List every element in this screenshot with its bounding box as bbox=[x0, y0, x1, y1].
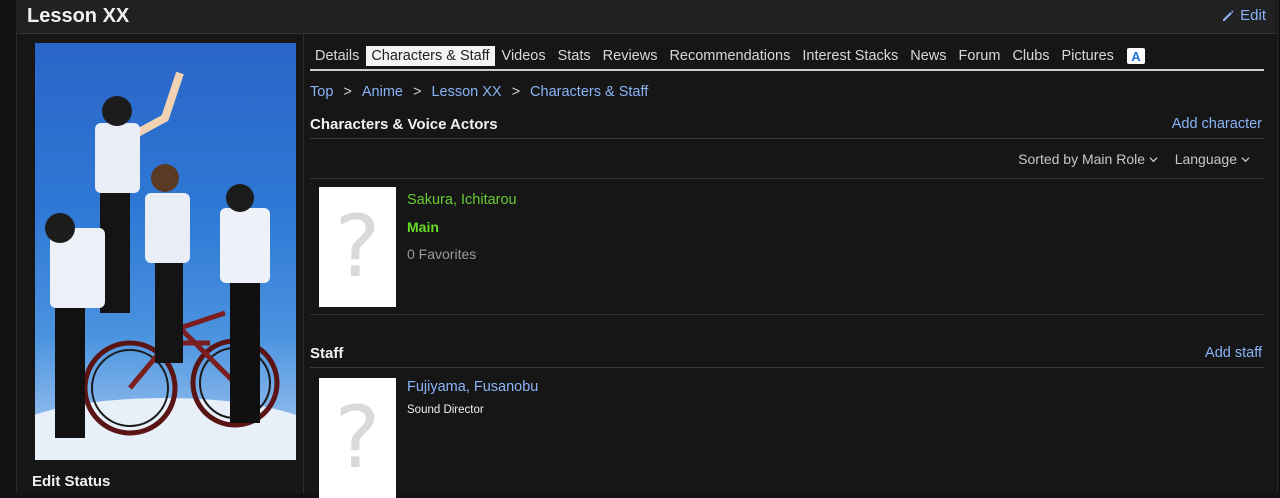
breadcrumb: Top > Anime > Lesson XX > Characters & S… bbox=[310, 84, 648, 100]
breadcrumb-current[interactable]: Characters & Staff bbox=[530, 84, 648, 100]
add-staff-link[interactable]: Add staff bbox=[1205, 345, 1262, 361]
language-dropdown[interactable]: Language bbox=[1175, 151, 1250, 167]
sort-dropdown[interactable]: Sorted by Main Role bbox=[1018, 151, 1158, 167]
tab-pictures[interactable]: Pictures bbox=[1057, 46, 1119, 66]
tab-interest-stacks[interactable]: Interest Stacks bbox=[797, 46, 903, 66]
character-role: Main bbox=[407, 219, 439, 235]
tab-recommendations[interactable]: Recommendations bbox=[664, 46, 795, 66]
staff-image-placeholder[interactable]: ? bbox=[319, 378, 396, 498]
breadcrumb-anime[interactable]: Anime bbox=[362, 84, 403, 100]
language-label: Language bbox=[1174, 151, 1237, 167]
character-favorites: 0 Favorites bbox=[407, 246, 477, 262]
placeholder-question-icon: ? bbox=[334, 197, 381, 297]
chevron-down-icon bbox=[1149, 156, 1158, 162]
breadcrumb-top[interactable]: Top bbox=[310, 84, 333, 100]
page-title: Lesson XX bbox=[27, 5, 130, 27]
edit-link[interactable]: Edit bbox=[1221, 7, 1266, 24]
breadcrumb-separator-icon: > bbox=[511, 84, 521, 100]
edit-label: Edit bbox=[1240, 7, 1266, 24]
sort-label: Sorted by Main Role bbox=[1018, 151, 1145, 167]
placeholder-question-icon: ? bbox=[334, 388, 381, 488]
staff-section-header: Staff Add staff bbox=[310, 345, 1264, 368]
cover-image[interactable] bbox=[35, 43, 296, 460]
tab-news[interactable]: News bbox=[905, 46, 951, 66]
tab-details[interactable]: Details bbox=[310, 46, 364, 66]
characters-section-header: Characters & Voice Actors Add character bbox=[310, 116, 1264, 139]
tab-bar: Details Characters & Staff Videos Stats … bbox=[310, 43, 1264, 71]
sort-bar: Sorted by Main Role Language bbox=[310, 142, 1264, 179]
edit-status-heading: Edit Status bbox=[32, 473, 111, 490]
chevron-down-icon bbox=[1241, 156, 1250, 162]
breadcrumb-separator-icon: > bbox=[343, 84, 352, 100]
characters-section-title: Characters & Voice Actors bbox=[310, 116, 498, 133]
staff-role: Sound Director bbox=[407, 404, 484, 416]
breadcrumb-separator-icon: > bbox=[412, 84, 422, 100]
tab-extra-icon[interactable]: A bbox=[1126, 48, 1145, 64]
tab-stats[interactable]: Stats bbox=[553, 46, 596, 66]
title-bar bbox=[16, 0, 1276, 34]
add-character-link[interactable]: Add character bbox=[1172, 116, 1262, 132]
tab-videos[interactable]: Videos bbox=[497, 46, 551, 66]
tab-forum[interactable]: Forum bbox=[954, 46, 1006, 66]
cover-illustration bbox=[35, 71, 296, 460]
staff-section-title: Staff bbox=[310, 345, 344, 362]
tab-reviews[interactable]: Reviews bbox=[598, 46, 663, 66]
pencil-icon bbox=[1223, 9, 1234, 21]
breadcrumb-title[interactable]: Lesson XX bbox=[431, 84, 501, 100]
character-name-link[interactable]: Sakura, Ichitarou bbox=[407, 192, 517, 208]
tab-characters-staff[interactable]: Characters & Staff bbox=[366, 46, 495, 66]
character-image-placeholder[interactable]: ? bbox=[319, 187, 396, 307]
row-divider bbox=[310, 314, 1264, 315]
tab-clubs[interactable]: Clubs bbox=[1007, 46, 1054, 66]
staff-name-link[interactable]: Fujiyama, Fusanobu bbox=[407, 379, 538, 395]
